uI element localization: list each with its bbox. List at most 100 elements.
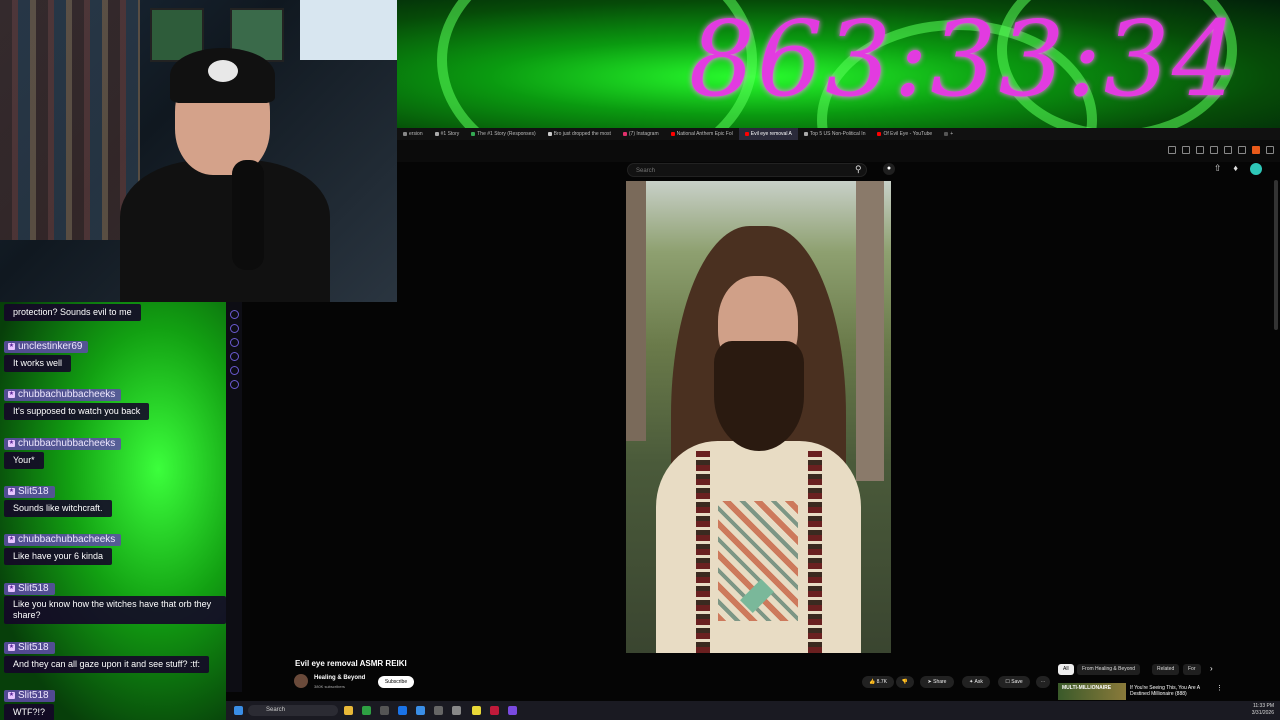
chip-from-channel[interactable]: From Healing & Beyond — [1077, 664, 1141, 675]
chat-username[interactable]: ★ Slit518 — [4, 641, 55, 654]
browser-tab[interactable]: ersion — [397, 128, 429, 140]
subscriber-badge-icon: ★ — [8, 391, 15, 398]
chat-message-text: It's supposed to watch you back — [4, 402, 150, 420]
chat-message: ★ Slit518 And they can all gaze upon it an… — [4, 635, 209, 673]
app-icon[interactable] — [452, 706, 461, 715]
chat-username-text: chubbachubbacheeks — [18, 533, 116, 545]
browser-toolbar — [397, 140, 1280, 162]
chevron-right-icon[interactable]: › — [1210, 664, 1213, 673]
chat-username[interactable]: ★ chubbachubbacheeks — [4, 437, 122, 450]
chat-username-text: chubbachubbacheeks — [18, 388, 116, 400]
channel-subscribers: 380K subscribers — [314, 684, 345, 689]
subscriber-badge-icon: ★ — [8, 585, 15, 592]
chat-username[interactable]: ★ chubbachubbacheeks — [4, 388, 122, 401]
browser-tab[interactable]: National Anthem Epic Fol — [665, 128, 739, 140]
file-explorer-icon[interactable] — [344, 706, 353, 715]
recommended-thumbnail[interactable]: MULTI-MILLIONAIRE — [1058, 683, 1126, 700]
system-clock[interactable]: 11:33 PM 3/31/2026 — [1252, 703, 1274, 717]
settings-app-icon[interactable] — [434, 706, 443, 715]
microphone-icon[interactable]: ● — [883, 163, 895, 175]
recommended-thumbnail-text: MULTI-MILLIONAIRE — [1062, 685, 1112, 691]
tab-favicon-icon — [403, 132, 407, 136]
save-button[interactable]: ☐ Save — [998, 676, 1030, 688]
browser-tab[interactable]: (7) Instagram — [617, 128, 665, 140]
subscriber-badge-icon: ★ — [8, 343, 15, 350]
play-icon[interactable] — [1210, 146, 1218, 154]
subscriber-badge-icon: ★ — [8, 440, 15, 447]
chat-username-text: unclestinker69 — [18, 340, 83, 352]
chat-message-text: Sounds like witchcraft. — [4, 499, 112, 517]
chip-related[interactable]: Related — [1152, 664, 1180, 675]
browser-tab[interactable]: Of Evil Eye - YouTube — [871, 128, 938, 140]
browser-tab[interactable]: The #1 Story (Responses) — [465, 128, 541, 140]
chat-username-text: chubbachubbacheeks — [18, 437, 116, 449]
dislike-button[interactable]: 👎 — [896, 676, 914, 688]
chat-message: ★ chubbachubbacheeks Like have your 6 kind… — [4, 527, 122, 565]
like-button[interactable]: 👍 8.7K — [862, 676, 894, 688]
streamer-shirt — [120, 160, 330, 302]
menu-icon[interactable] — [1266, 146, 1274, 154]
tab-label: ersion — [409, 131, 423, 137]
tab-label: Of Evil Eye - YouTube — [883, 131, 933, 137]
page-scrollbar[interactable] — [1274, 180, 1278, 330]
subscribe-button[interactable]: Subscribe — [378, 676, 414, 688]
channel-name[interactable]: Healing & Beyond — [314, 675, 365, 681]
bookmark-icon[interactable] — [1168, 146, 1176, 154]
account-avatar[interactable] — [1250, 163, 1262, 175]
clock-date: 3/31/2026 — [1251, 710, 1274, 716]
browser-tab[interactable]: Top 5 US Non-Political In — [798, 128, 872, 140]
browser-tab[interactable]: + — [938, 128, 959, 140]
settings-icon[interactable] — [1196, 146, 1204, 154]
save-label: Save — [1011, 679, 1023, 685]
twitch-icon[interactable] — [508, 706, 517, 715]
recommended-title[interactable]: If You're Seeing This, You Are A Destine… — [1130, 685, 1220, 697]
windows-start-icon[interactable] — [234, 706, 243, 715]
notifications-icon[interactable]: ♦ — [1233, 163, 1238, 175]
xbox-icon[interactable] — [362, 706, 371, 715]
video-title[interactable]: Evil eye removal ASMR REIKI — [295, 659, 407, 668]
chat-username[interactable]: ★ chubbachubbacheeks — [4, 533, 122, 546]
chat-username[interactable]: ★ unclestinker69 — [4, 340, 89, 353]
search-icon[interactable]: ⚲ — [855, 164, 862, 175]
chip-for-you[interactable]: For — [1183, 664, 1201, 675]
chat-username[interactable]: ★ Slit518 — [4, 582, 55, 595]
more-actions-icon[interactable]: ⋯ — [1036, 676, 1050, 688]
tab-favicon-icon — [434, 132, 439, 136]
browser-tab[interactable]: Evil eye removal A — [738, 128, 798, 140]
chat-username[interactable]: ★ Slit518 — [4, 689, 55, 702]
upload-icon[interactable]: ⇧ — [1214, 163, 1222, 175]
tab-label: National Anthem Epic Fol — [676, 131, 733, 137]
streamer — [120, 48, 330, 302]
media-app-icon[interactable] — [490, 706, 499, 715]
chat-message-text: WTF?!? — [4, 703, 55, 720]
extension-badge-icon[interactable] — [1252, 146, 1260, 154]
channel-avatar[interactable] — [294, 674, 308, 688]
video-player[interactable] — [626, 181, 891, 653]
task-view-icon[interactable] — [380, 706, 389, 715]
tab-favicon-icon — [877, 132, 882, 136]
chat-message: ★ unclestinker69 It works well — [4, 334, 89, 372]
youtube-header: Search ⚲ ● ⇧ ♦ — [397, 160, 1280, 180]
share-button[interactable]: ➤ Share — [920, 676, 954, 688]
subscriber-badge-icon: ★ — [8, 644, 15, 651]
chat-username[interactable]: ★ Slit518 — [4, 485, 55, 498]
browser-tab[interactable]: #1 Story — [429, 128, 466, 140]
chat-username-text: Slit518 — [18, 582, 49, 594]
history-icon[interactable] — [1224, 146, 1232, 154]
more-options-icon[interactable]: ⋮ — [1216, 684, 1223, 692]
tab-favicon-icon — [670, 132, 675, 136]
heart-icon[interactable] — [1238, 146, 1246, 154]
notes-app-icon[interactable] — [472, 706, 481, 715]
chip-all[interactable]: All — [1058, 664, 1074, 675]
ask-button[interactable]: ✦ Ask — [962, 676, 990, 688]
tab-favicon-icon — [622, 132, 627, 136]
taskbar-search-label: Search — [266, 707, 286, 713]
edge-icon[interactable] — [416, 706, 425, 715]
browser-tab[interactable]: Bro just dropped the most — [542, 128, 617, 140]
taskbar-search[interactable]: Search — [248, 705, 338, 716]
chat-username-text: Slit518 — [18, 689, 49, 701]
extensions-icon[interactable] — [1182, 146, 1190, 154]
tab-favicon-icon — [944, 132, 949, 136]
search-input[interactable]: Search — [627, 163, 867, 177]
chrome-icon[interactable] — [398, 706, 407, 715]
